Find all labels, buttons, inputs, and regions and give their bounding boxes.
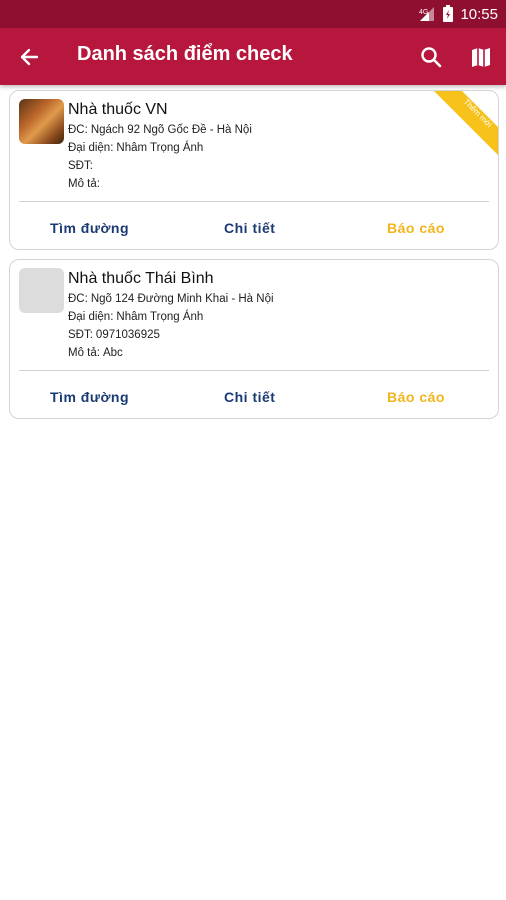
desc-label: Mô tả: [68,347,100,359]
phone-label: SĐT: [68,160,93,172]
store-name: Nhà thuốc Thái Bình [68,270,214,287]
rep-value: Nhâm Trọng Ánh [116,142,204,154]
map-icon [472,48,490,67]
address-label: ĐC: [68,124,88,136]
report-button[interactable]: Báo cáo [387,220,445,236]
store-thumbnail [19,99,64,144]
rep-label: Đại diện: [68,311,114,323]
address-value: Ngõ 124 Đường Minh Khai - Hà Nội [90,293,274,305]
battery-icon [443,5,454,22]
store-address: ĐC: Ngách 92 Ngõ Gốc Đề - Hà Nội [68,124,252,136]
status-time: 10:55 [460,5,498,23]
status-icons: 4G 10:55 [418,0,498,28]
arrow-left-icon [20,48,39,66]
card-divider [19,201,489,202]
store-address: ĐC: Ngõ 124 Đường Minh Khai - Hà Nội [68,293,274,305]
store-name: Nhà thuốc VN [68,101,168,118]
map-button[interactable] [466,42,496,72]
svg-text:4G: 4G [419,9,428,16]
check-point-card[interactable]: Nhà thuốc Thái Bình ĐC: Ngõ 124 Đường Min… [9,259,499,419]
store-representative: Đại diện: Nhâm Trọng Ánh [68,142,203,154]
page-title: Danh sách điểm check [77,43,293,65]
address-value: Ngách 92 Ngõ Gốc Đề - Hà Nội [90,124,252,136]
route-button[interactable]: Tìm đường [50,220,129,236]
status-bar: 4G 10:55 [0,0,506,28]
search-icon [421,47,442,68]
route-button[interactable]: Tìm đường [50,389,129,405]
store-description: Mô tả: Abc [68,347,123,359]
signal-icon: 4G [419,7,435,21]
rep-value: Nhâm Trọng Ánh [116,311,204,323]
card-divider [19,370,489,371]
search-button[interactable] [416,42,446,72]
address-label: ĐC: [68,293,88,305]
app-bar: Danh sách điểm check [0,28,506,85]
store-representative: Đại diện: Nhâm Trọng Ánh [68,311,203,323]
check-point-card[interactable]: Nhà thuốc VN ĐC: Ngách 92 Ngõ Gốc Đề - Hà… [9,90,499,250]
phone-label: SĐT: [68,329,93,341]
back-button[interactable] [14,42,44,72]
desc-value: Abc [102,347,123,359]
store-phone: SĐT: [68,160,96,172]
store-phone: SĐT: 0971036925 [68,329,160,341]
rep-label: Đại diện: [68,142,114,154]
store-thumbnail [19,268,64,313]
detail-button[interactable]: Chi tiết [224,220,275,236]
phone-value: 0971036925 [95,329,160,341]
store-description: Mô tả: [68,178,103,190]
desc-label: Mô tả: [68,178,100,190]
report-button[interactable]: Báo cáo [387,389,445,405]
new-ribbon: Thêm mới [434,91,498,155]
detail-button[interactable]: Chi tiết [224,389,275,405]
